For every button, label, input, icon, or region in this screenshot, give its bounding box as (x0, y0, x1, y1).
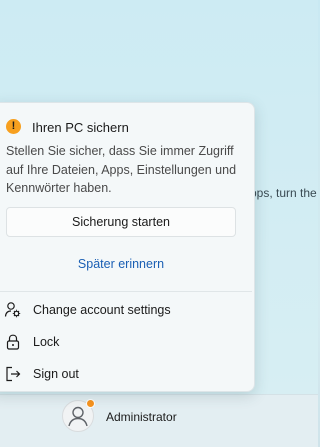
warning-icon: ! (6, 119, 21, 134)
start-backup-button[interactable]: Sicherung starten (6, 207, 236, 237)
menu-item-change-account-settings[interactable]: Change account settings (0, 294, 252, 324)
sign-out-icon (6, 366, 21, 382)
background-text: pps, turn the (250, 186, 317, 200)
notification-badge (86, 399, 95, 408)
menu-item-label: Lock (33, 335, 60, 349)
lock-icon (6, 334, 20, 350)
alert-body: Stellen Sie sicher, dass Sie immer Zugri… (6, 144, 237, 195)
person-gear-icon (4, 302, 21, 318)
menu-item-label: Sign out (33, 367, 79, 381)
menu-item-sign-out[interactable]: Sign out (0, 358, 252, 388)
user-name[interactable]: Administrator (106, 410, 177, 424)
remind-later-link[interactable]: Später erinnern (6, 254, 236, 274)
alert-title: Ihren PC sichern (32, 120, 129, 135)
menu-item-label: Change account settings (33, 303, 171, 317)
menu-item-lock[interactable]: Lock (0, 326, 252, 356)
divider (0, 291, 252, 292)
